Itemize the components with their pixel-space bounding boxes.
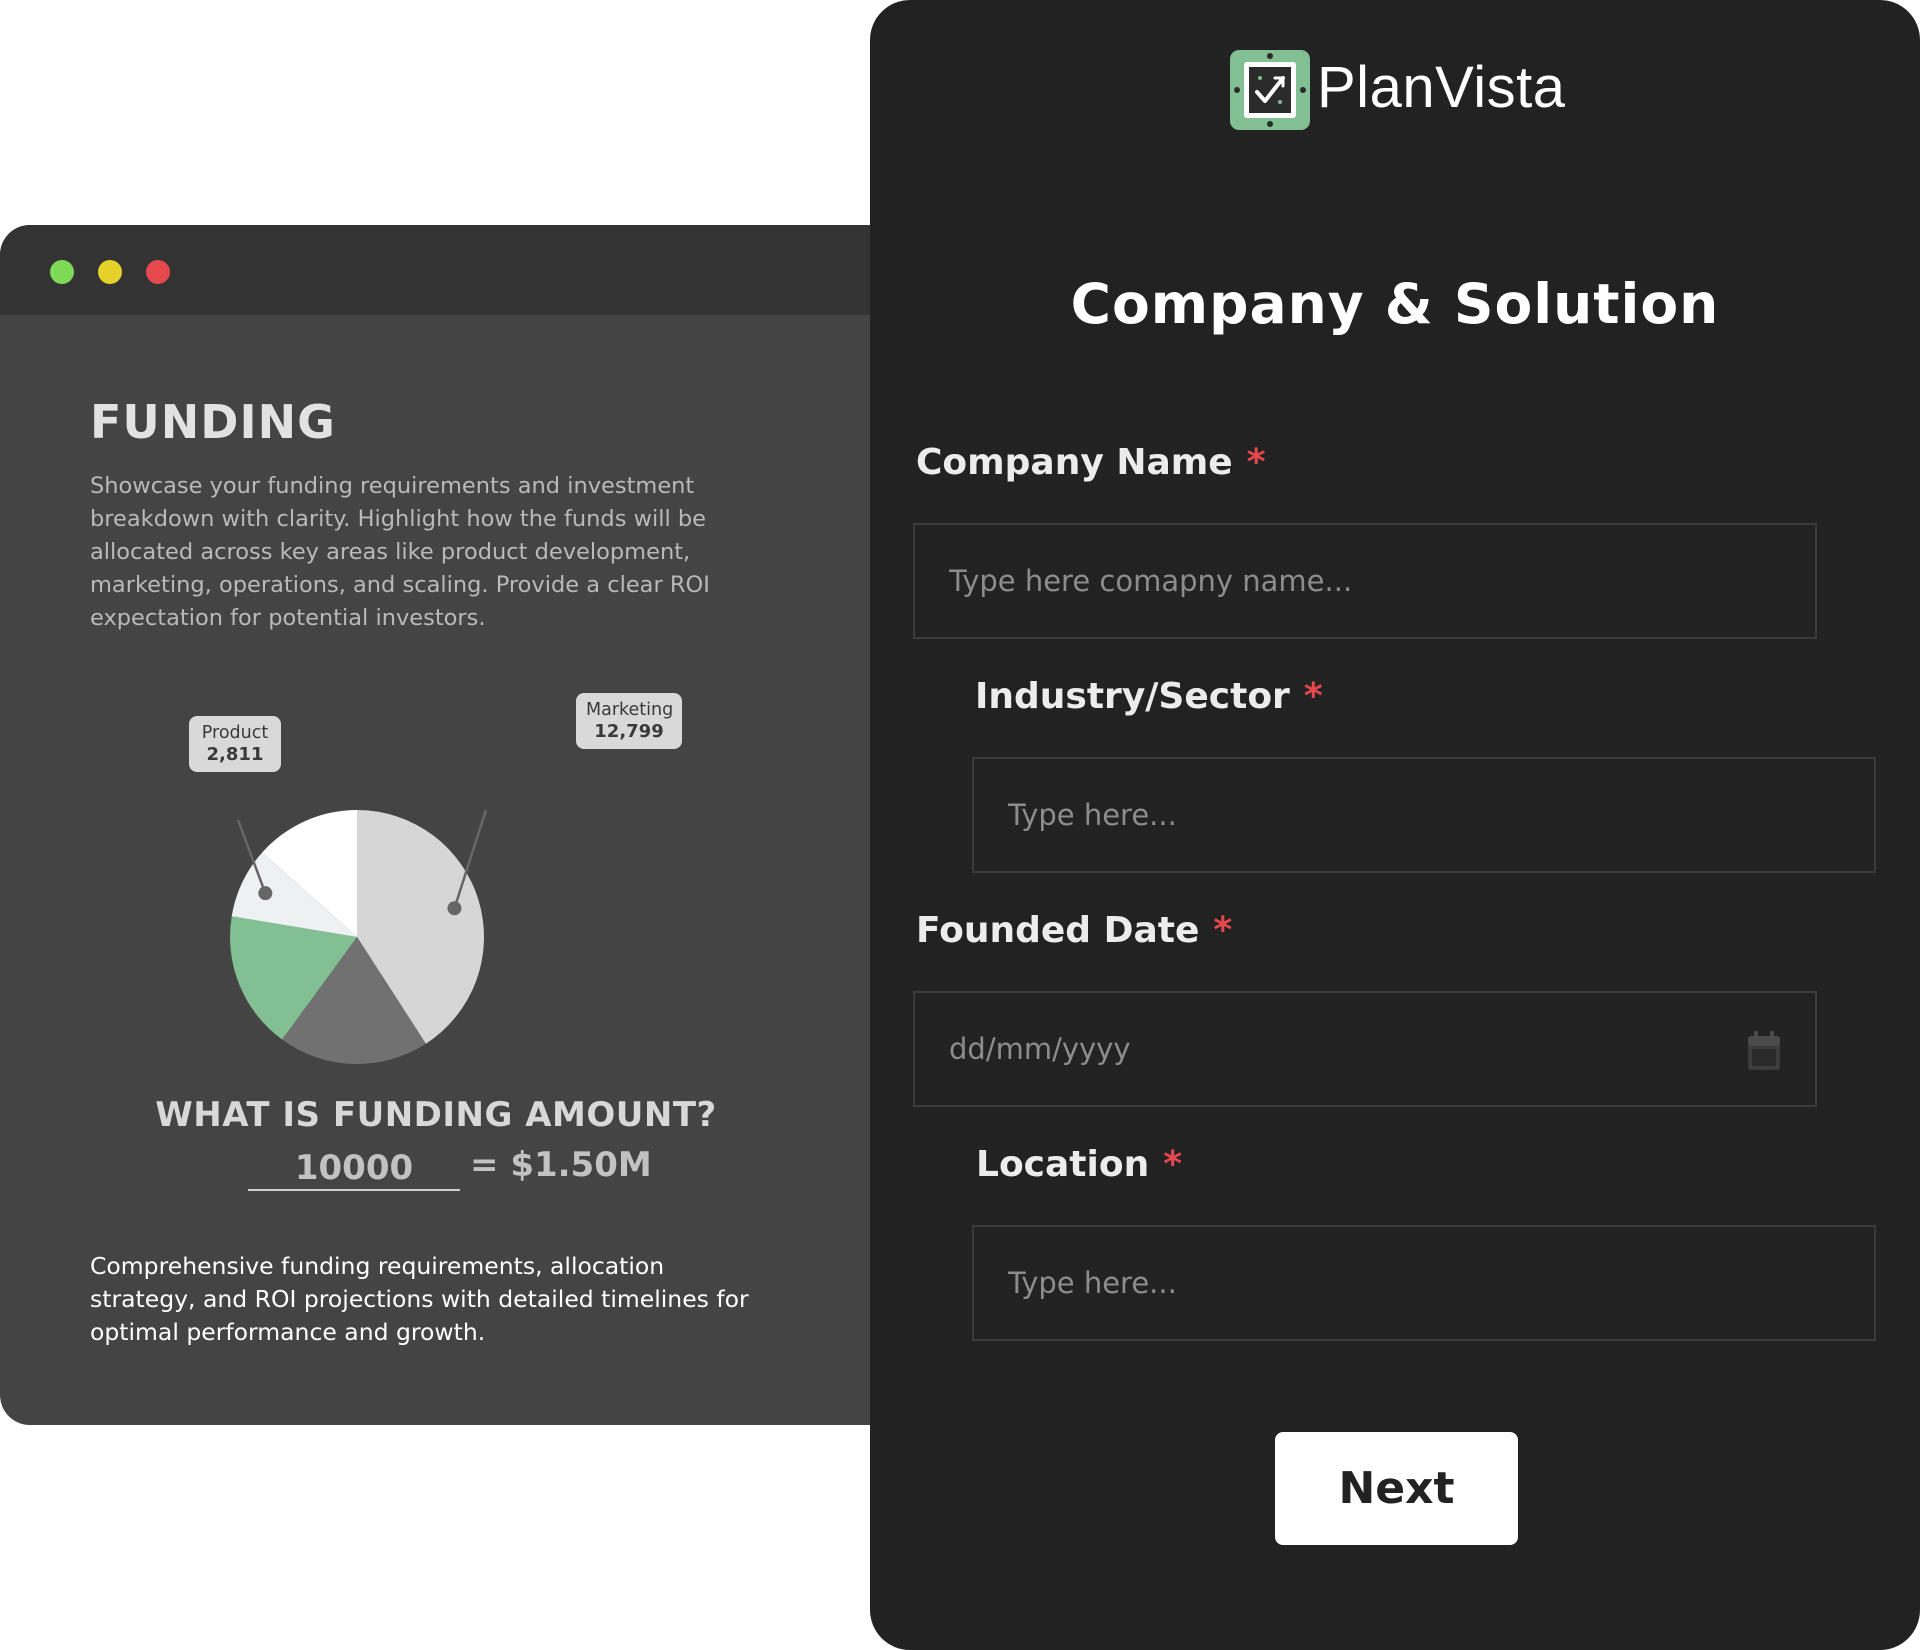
funding-amount-result: = $1.50M (470, 1145, 652, 1185)
required-asterisk: * (1213, 910, 1233, 951)
required-asterisk: * (1246, 442, 1266, 483)
founded-date-label: Founded Date * (916, 910, 1232, 951)
location-input[interactable] (974, 1227, 1874, 1339)
funding-description: Showcase your funding requirements and i… (90, 473, 710, 631)
callout-product-name: Product (201, 723, 269, 743)
location-label: Location * (976, 1144, 1182, 1185)
industry-sector-label-text: Industry/Sector (975, 676, 1290, 717)
company-name-field (913, 523, 1817, 639)
required-asterisk: * (1163, 1144, 1183, 1185)
callout-marketing-name: Marketing (586, 700, 674, 720)
funding-amount-input[interactable] (248, 1147, 460, 1191)
window-close-button[interactable] (146, 260, 170, 284)
funding-footer-text: Comprehensive funding requirements, allo… (90, 1252, 749, 1346)
planvista-logo-icon (1230, 50, 1310, 130)
callout-point-product (258, 886, 273, 901)
founded-date-field (913, 991, 1817, 1107)
window-titlebar (0, 225, 880, 315)
window-minimize-button[interactable] (98, 260, 122, 284)
callout-marketing: Marketing 12,799 (576, 693, 682, 749)
funding-title: FUNDING (90, 395, 336, 449)
funding-amount-question: WHAT IS FUNDING AMOUNT? (155, 1095, 717, 1135)
callout-marketing-value: 12,799 (594, 721, 664, 742)
industry-sector-input[interactable] (974, 759, 1874, 871)
founded-date-label-text: Founded Date (916, 910, 1200, 951)
next-button[interactable]: Next (1275, 1432, 1518, 1545)
funding-window: FUNDING Showcase your funding requiremen… (0, 225, 880, 1425)
form-title: Company & Solution (1070, 272, 1720, 336)
founded-date-input[interactable] (915, 993, 1815, 1105)
callout-point-marketing (447, 901, 462, 916)
company-name-label: Company Name * (916, 442, 1266, 483)
location-label-text: Location (976, 1144, 1150, 1185)
company-name-label-text: Company Name (916, 442, 1233, 483)
industry-sector-label: Industry/Sector * (975, 676, 1323, 717)
callout-product: Product 2,811 (189, 716, 281, 772)
window-maximize-button[interactable] (50, 260, 74, 284)
company-name-input[interactable] (915, 525, 1815, 637)
callout-product-value: 2,811 (206, 744, 264, 765)
funding-pie-chart: Product 2,811 Marketing 12,799 (150, 670, 710, 1070)
industry-sector-field (972, 757, 1876, 873)
location-field (972, 1225, 1876, 1341)
calendar-icon[interactable] (1747, 1031, 1781, 1071)
required-asterisk: * (1303, 676, 1323, 717)
company-form-panel: PlanVista Company & Solution Company Nam… (870, 0, 1920, 1650)
brand-name: PlanVista (1317, 55, 1566, 120)
